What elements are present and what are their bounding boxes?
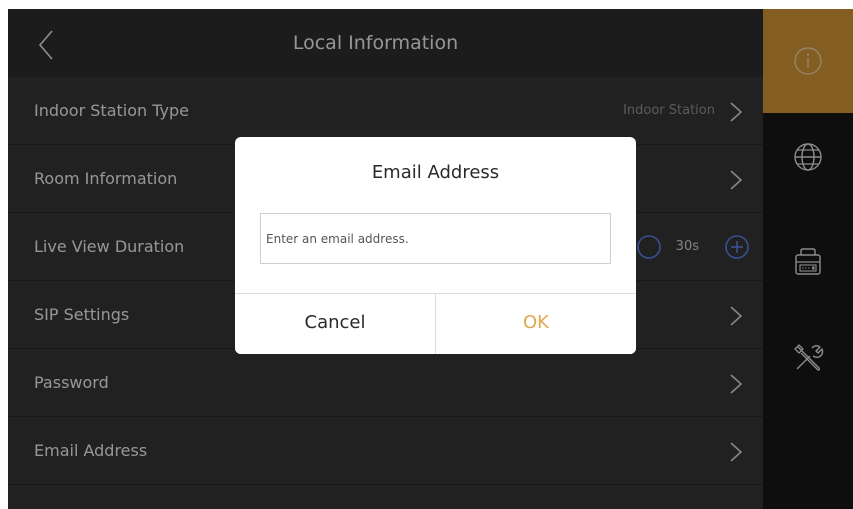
increase-button[interactable] <box>723 233 751 261</box>
sidebar-item-network[interactable] <box>763 113 853 217</box>
row-label: Email Address <box>34 441 148 460</box>
email-input[interactable] <box>260 213 611 264</box>
row-label: Live View Duration <box>34 237 185 256</box>
chevron-right-icon <box>730 102 743 122</box>
chevron-right-icon <box>730 170 743 190</box>
minus-circle-icon <box>637 235 661 259</box>
sidebar <box>763 9 853 509</box>
row-label: SIP Settings <box>34 305 130 324</box>
chevron-right-icon <box>730 442 743 462</box>
dialog-button-bar: Cancel OK <box>235 293 636 354</box>
device-icon <box>795 248 821 275</box>
globe-icon <box>794 143 822 171</box>
page-title: Local Information <box>292 32 459 54</box>
row-value: Indoor Station <box>623 103 715 118</box>
info-icon <box>794 47 822 75</box>
email-address-dialog: Email Address Cancel OK <box>235 137 636 354</box>
chevron-right-icon <box>730 374 743 394</box>
duration-value: 30s <box>675 239 699 254</box>
sidebar-item-settings[interactable] <box>763 321 853 425</box>
row-label: Room Information <box>34 169 178 188</box>
sidebar-item-device[interactable] <box>763 217 853 321</box>
plus-circle-icon <box>725 235 749 259</box>
sidebar-item-info[interactable] <box>763 9 853 113</box>
row-label: Password <box>34 373 109 392</box>
title-bar: Local Information <box>8 9 763 77</box>
chevron-right-icon <box>730 306 743 326</box>
row-indoor-station-type[interactable]: Indoor Station Type Indoor Station <box>8 77 763 145</box>
decrease-button[interactable] <box>635 233 663 261</box>
row-label: Indoor Station Type <box>34 101 189 120</box>
ok-button[interactable]: OK <box>436 294 636 354</box>
dialog-title: Email Address <box>371 162 500 183</box>
row-password[interactable]: Password <box>8 349 763 417</box>
row-email-address[interactable]: Email Address <box>8 417 763 485</box>
cancel-button[interactable]: Cancel <box>235 294 436 354</box>
tools-icon <box>794 344 824 371</box>
